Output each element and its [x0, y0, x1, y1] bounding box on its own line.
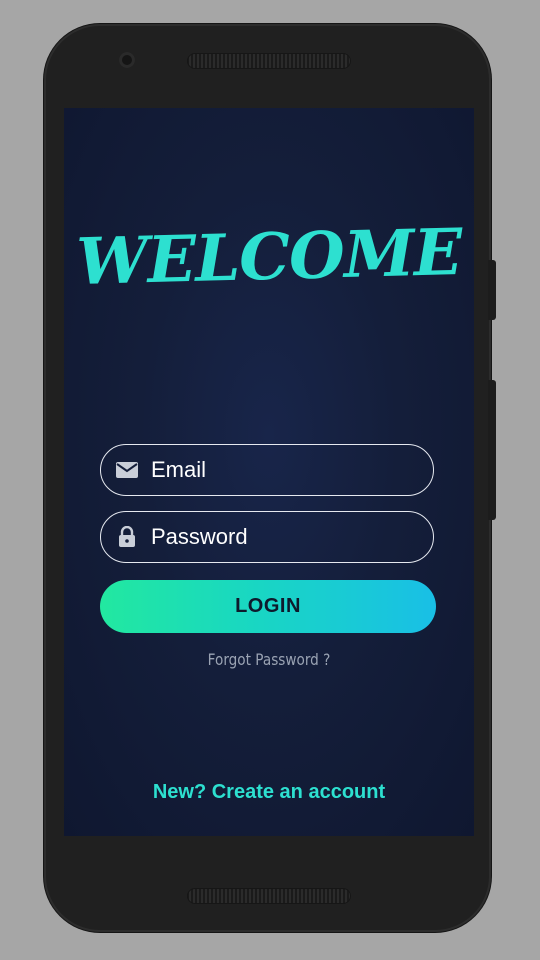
top-speaker [187, 53, 351, 69]
mail-icon [115, 458, 139, 482]
front-camera [119, 52, 135, 68]
email-field[interactable] [100, 444, 434, 496]
forgot-password-link[interactable]: Forgot Password ? [95, 650, 444, 669]
email-input[interactable] [151, 457, 411, 483]
create-account-link[interactable]: New? Create an account [64, 781, 474, 804]
volume-button [488, 260, 496, 320]
power-button [488, 380, 496, 520]
login-button[interactable]: LOGIN [100, 580, 436, 633]
password-field[interactable] [100, 511, 434, 563]
password-input[interactable] [151, 524, 411, 550]
bottom-speaker [187, 888, 351, 904]
welcome-title: WELCOME [75, 214, 463, 301]
lock-icon [115, 525, 139, 549]
login-screen: WELCOME LOGIN Forgot Password ? New? Cre… [64, 108, 474, 836]
